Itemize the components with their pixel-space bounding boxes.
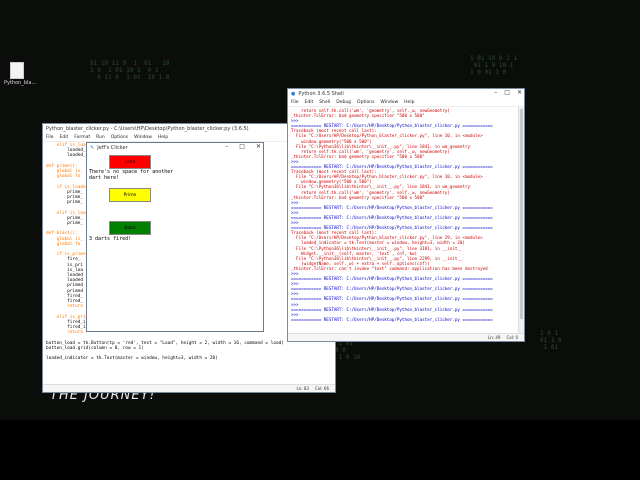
- matrix-decoration: 01 10 11 0 1 01 10 1 0 1 01 10 1 0 1 0 1…: [90, 60, 170, 81]
- primed-indicator: [89, 203, 173, 219]
- menu-edit[interactable]: Edit: [305, 100, 314, 105]
- maximize-icon[interactable]: □: [504, 89, 510, 96]
- menu-window[interactable]: Window: [380, 100, 398, 105]
- shell-line-number: Ln: 49: [488, 335, 501, 340]
- shell-scrollbar-thumb[interactable]: [520, 109, 523, 319]
- clicker-titlebar[interactable]: ✎ Jeff's Clicker – □ ✕: [87, 143, 263, 153]
- letterbox-bar: [0, 420, 640, 480]
- menu-options[interactable]: Options: [111, 135, 128, 140]
- editor-col-number: Col: 66: [314, 386, 329, 391]
- editor-statusbar: Ln: 83 Col: 66: [43, 384, 335, 392]
- shell-window: ● Python 3.6.5 Shell – □ ✕ File Edit She…: [287, 88, 525, 342]
- shell-line: ============ RESTART: C:/Users/HP/Deskto…: [291, 306, 493, 312]
- minimize-icon[interactable]: –: [494, 89, 497, 96]
- menu-window[interactable]: Window: [134, 135, 152, 140]
- menu-file[interactable]: File: [46, 135, 54, 140]
- menu-shell[interactable]: Shell: [319, 100, 330, 105]
- blast-button[interactable]: Blast: [109, 221, 151, 235]
- shell-title: Python 3.6.5 Shell: [298, 91, 344, 97]
- matrix-decoration: 1 0 1 01 1 0 1 01: [540, 330, 562, 351]
- shell-line: ============ RESTART: C:/Users/HP/Deskto…: [291, 316, 493, 322]
- close-icon[interactable]: ✕: [517, 89, 522, 96]
- fired-indicator: 3 darts fired!: [89, 236, 173, 242]
- menu-options[interactable]: Options: [357, 100, 374, 105]
- python-icon: ●: [291, 91, 296, 97]
- menu-edit[interactable]: Edit: [60, 135, 69, 140]
- shell-line: ============ RESTART: C:/Users/HP/Deskto…: [291, 296, 493, 302]
- loaded-indicator: There's no space for another dart here!: [89, 169, 174, 181]
- close-icon[interactable]: ✕: [256, 143, 261, 150]
- menu-help[interactable]: Help: [404, 100, 414, 105]
- desktop-file-icon[interactable]: Python_bla...: [4, 62, 37, 86]
- shell-line: ============ RESTART: C:/Users/HP/Deskto…: [291, 214, 493, 220]
- shell-titlebar[interactable]: ● Python 3.6.5 Shell – □ ✕: [288, 89, 524, 99]
- clicker-window: ✎ Jeff's Clicker – □ ✕ Load There's no s…: [86, 142, 264, 332]
- shell-line: ============ RESTART: C:/Users/HP/Deskto…: [291, 276, 493, 282]
- menu-help[interactable]: Help: [158, 135, 168, 140]
- load-button[interactable]: Load: [109, 155, 151, 169]
- editor-title: Python_blaster_clicker.py - C:\Users\HP\…: [46, 126, 249, 132]
- menu-run[interactable]: Run: [96, 135, 105, 140]
- menu-debug[interactable]: Debug: [336, 100, 351, 105]
- python-file-icon: [10, 62, 24, 79]
- shell-output-area[interactable]: return self.tk.call('wm', 'geometry', se…: [288, 107, 524, 323]
- editor-line-number: Ln: 83: [296, 386, 309, 391]
- menu-file[interactable]: File: [291, 100, 299, 105]
- code-line: loaded_indicator = tk.Text(master = wind…: [46, 356, 218, 362]
- shell-line: _tkinter.TclError: can't invoke "text" c…: [291, 265, 488, 271]
- shell-col-number: Col: 0: [506, 335, 518, 340]
- matrix-decoration: 1 01 10 0 1 1 01 1 0 10 1 1 0 01 1 0: [470, 55, 517, 76]
- shell-line: ============ RESTART: C:/Users/HP/Deskto…: [291, 286, 493, 292]
- minimize-icon[interactable]: –: [225, 143, 228, 150]
- prime-button[interactable]: Prime: [109, 188, 151, 202]
- shell-line: ============ RESTART: C:/Users/HP/Deskto…: [291, 204, 493, 210]
- clicker-title: Jeff's Clicker: [97, 145, 128, 151]
- shell-statusbar: Ln: 49 Col: 0: [288, 333, 524, 341]
- menu-format[interactable]: Format: [74, 135, 90, 140]
- feather-icon: ✎: [90, 145, 95, 151]
- maximize-icon[interactable]: □: [239, 143, 245, 150]
- desktop-file-label: Python_bla...: [4, 80, 37, 86]
- shell-scrollbar[interactable]: [518, 107, 524, 334]
- shell-menubar: File Edit Shell Debug Options Window Hel…: [288, 99, 524, 107]
